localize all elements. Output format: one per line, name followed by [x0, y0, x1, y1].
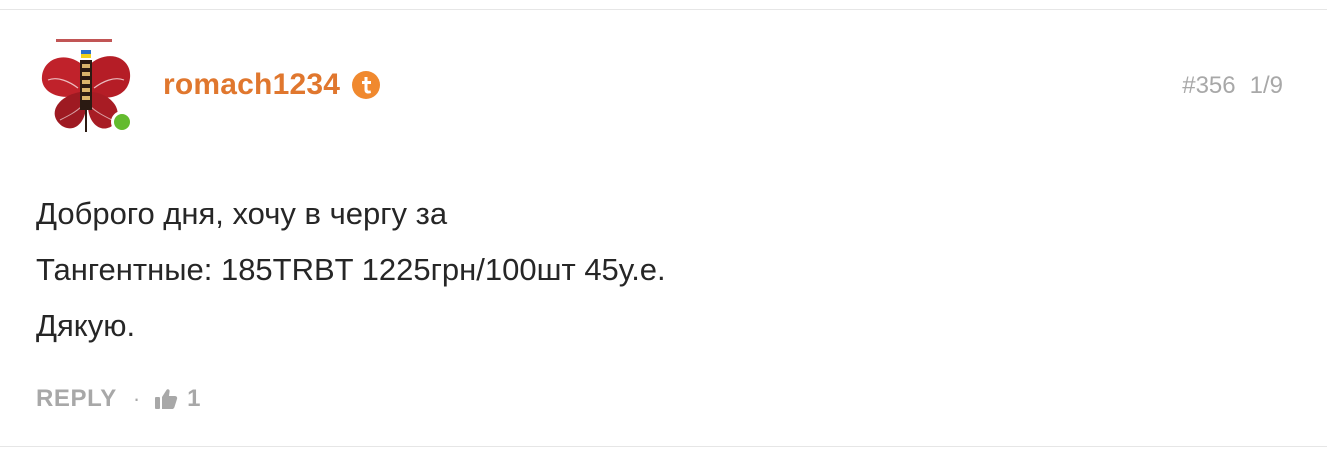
comment-meta: #356 1/9 — [1182, 72, 1283, 100]
top-divider — [0, 9, 1327, 10]
author-username[interactable]: romach1234 — [163, 68, 340, 102]
bottom-divider — [0, 446, 1327, 447]
comment-line: Доброго дня, хочу в чергу за — [36, 196, 448, 231]
like-count: 1 — [187, 385, 201, 412]
comment-footer: REPLY · 1 — [36, 385, 201, 413]
like-button[interactable]: 1 — [154, 385, 201, 413]
comment-body: Доброго дня, хочу в чергу за Тангентные:… — [36, 186, 666, 354]
comment-line: Дякую. — [36, 308, 136, 343]
online-status-indicator — [111, 111, 133, 133]
comment-line: Тангентные: 185TRBT 1225грн/100шт 45у.е. — [36, 252, 666, 287]
reply-button[interactable]: REPLY — [36, 385, 117, 413]
separator: · — [132, 386, 141, 411]
comment-number[interactable]: #356 — [1182, 72, 1235, 99]
page-indicator: 1/9 — [1249, 72, 1283, 99]
t-badge-icon — [352, 71, 380, 99]
thumbs-up-icon — [155, 389, 178, 409]
